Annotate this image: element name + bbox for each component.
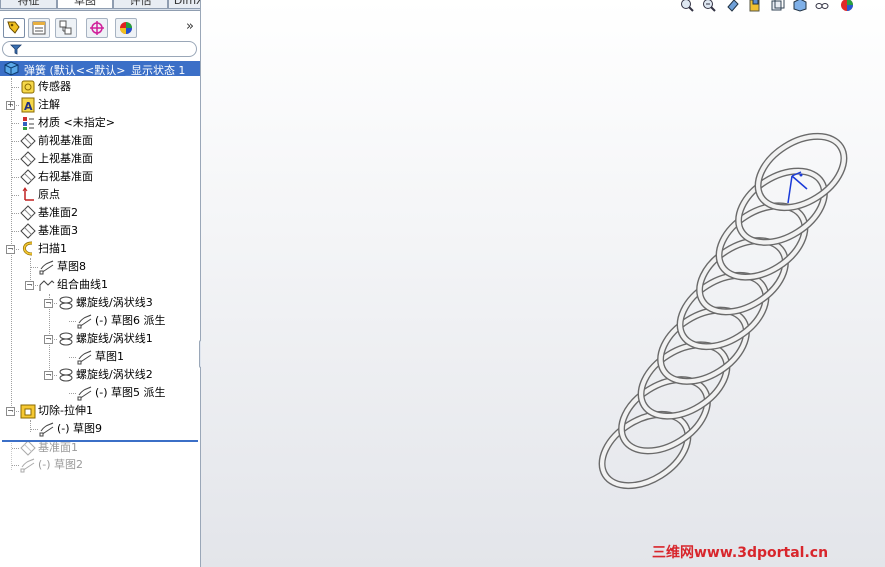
feature-manager-panel: 特征 草图 评估 DimXpert » 弹簧 (默认<<默认>_显示状态 1 [0,0,201,567]
origin-icon [22,187,34,201]
tree-item-label: (-) 草图6 派生 [95,314,166,327]
tree-item-label: 螺旋线/涡状线3 [76,296,153,309]
tree-root-part[interactable]: 弹簧 (默认<<默认>_显示状态 1 [0,61,200,77]
tree-line [12,411,19,412]
tree-item-label: 基准面3 [38,224,78,237]
tree-line [30,420,31,432]
feature-manager-icon[interactable] [3,18,25,38]
tree-root-label: 弹簧 (默认<<默认>_显示状态 1 [24,64,186,77]
tree-line [50,339,57,340]
tab-dimxpert[interactable]: DimXpert [168,0,200,9]
tree-filter[interactable] [2,41,197,57]
svg-text:A: A [24,100,33,113]
plane-icon [20,133,36,149]
tree-line [50,303,57,304]
plane-icon [20,223,36,239]
cut-extrude-icon [20,404,36,419]
annotation-icon: A [21,97,35,113]
sketch-icon [77,314,92,329]
tree-item-label: 前视基准面 [38,134,93,147]
tree-item-label: 注解 [38,98,60,111]
tree-line [50,375,57,376]
tree-item-label: 螺旋线/涡状线1 [76,332,153,345]
tree-line [12,213,19,214]
tree-item-label: 草图8 [57,260,86,273]
sketch-icon [39,422,54,437]
tree-item-label: 上视基准面 [38,152,93,165]
command-manager-tabs: 特征 草图 评估 DimXpert [0,0,200,11]
material-icon [23,117,34,130]
coordinate-triad-icon [787,171,808,204]
tree-item-label: 草图1 [95,350,124,363]
sketch-icon [39,260,54,275]
composite-curve-icon [39,280,55,291]
tree-item-label: 组合曲线1 [57,278,108,291]
tree-line [12,141,19,142]
helix-icon [59,368,73,382]
tab-evaluate[interactable]: 评估 [113,0,168,9]
tree-line [69,321,76,322]
sweep-icon [22,241,33,256]
plane-icon [20,205,36,221]
tree-item-label: 扫描1 [38,242,67,255]
tree-line [12,123,19,124]
tree-line [12,249,19,250]
spring-model[interactable] [201,0,885,567]
property-manager-icon[interactable] [28,18,50,38]
tab-features[interactable]: 特征 [0,0,57,9]
tree-item-label: 传感器 [38,80,71,93]
tree-line [12,231,19,232]
tree-line [31,285,38,286]
tree-line [12,105,19,106]
tab-sketch[interactable]: 草图 [57,0,113,9]
sensor-icon [21,80,35,94]
tree-line [12,159,19,160]
tree-item-label: (-) 草图5 派生 [95,386,166,399]
tree-item-label: (-) 草图2 [38,458,84,471]
tree-item-label: 右视基准面 [38,170,93,183]
display-manager-icon[interactable] [115,18,137,38]
tree-line [12,87,19,88]
graphics-area[interactable]: 三维网www.3dportal.cn [201,0,885,567]
tree-line [69,357,76,358]
rollback-bar[interactable] [2,440,198,442]
tree-line [31,429,38,430]
watermark: 三维网www.3dportal.cn [652,545,829,561]
sketch-icon [20,458,35,473]
plane-icon [20,151,36,167]
plane-icon [20,169,36,185]
sketch-icon [77,386,92,401]
configuration-manager-icon[interactable] [55,18,77,38]
tree-line [12,448,19,449]
tree-item-label: 螺旋线/涡状线2 [76,368,153,381]
tree-item-label: 原点 [38,188,60,201]
manager-icon-bar: » [0,16,200,40]
tree-item-label: 切除-拉伸1 [38,404,93,417]
more-chevron-icon[interactable]: » [186,19,194,34]
tree-line [69,393,76,394]
filter-icon [10,44,22,55]
helix-icon [59,296,73,310]
tree-item-label: 材质 <未指定> [38,116,115,129]
tree-line [31,267,38,268]
tree-item-label: (-) 草图9 [57,422,103,435]
plane-icon [20,440,36,456]
tree-line [12,465,19,466]
part-icon [4,61,19,76]
tree-line [12,177,19,178]
tree-item-label: 基准面2 [38,206,78,219]
dimxpert-manager-icon[interactable] [86,18,108,38]
tree-line [12,195,19,196]
sketch-icon [77,350,92,365]
helix-icon [59,332,73,346]
